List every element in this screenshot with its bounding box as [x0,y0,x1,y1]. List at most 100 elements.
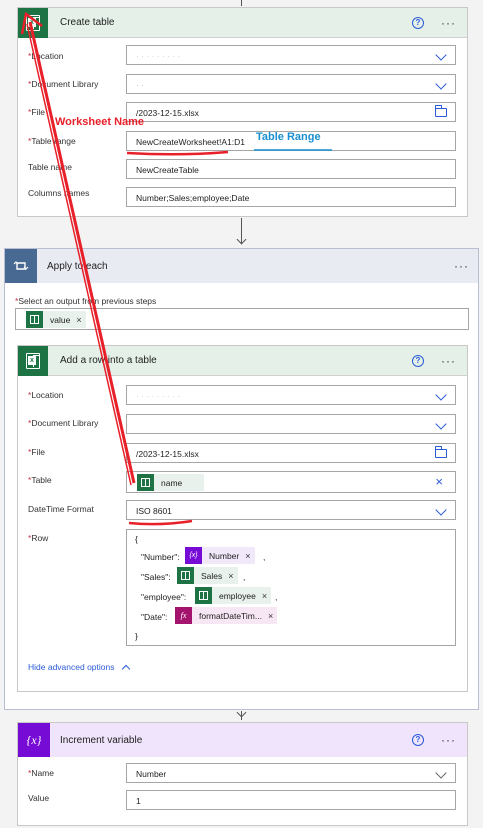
close-icon[interactable]: × [228,571,233,581]
folder-icon[interactable] [435,105,447,117]
row-comma: , [243,572,246,582]
increment-variable-title: Increment variable [60,734,143,746]
row-comma: , [263,552,266,562]
chevron-up-icon [121,664,131,674]
row-employee-key: "employee": [141,592,187,602]
help-icon[interactable]: ? [412,734,424,746]
datetime-format-dropdown[interactable]: ISO 8601 [126,500,456,520]
create-table-title: Create table [60,17,115,28]
number-token[interactable]: {x} Number × [185,547,255,564]
close-icon[interactable]: × [268,611,273,621]
document-library-dropdown[interactable] [126,414,456,434]
apply-to-each-header[interactable]: Apply to each ··· [5,249,478,283]
chevron-down-icon [435,418,447,430]
excel-icon [137,474,154,491]
help-icon[interactable]: ? [412,355,424,367]
name-dropdown[interactable]: Number [126,763,456,783]
more-icon[interactable]: ··· [441,734,456,746]
name-label: *Name [28,768,54,778]
close-icon[interactable]: × [262,591,267,601]
file-field[interactable]: /2023-12-15.xlsx [126,102,456,122]
file-label: *File [28,447,46,457]
name-token[interactable]: name [137,474,204,491]
apply-to-each-card: Apply to each ··· *Select an output from… [4,248,479,710]
name-value: Number [136,769,167,779]
excel-icon: x [18,7,48,38]
location-label: *Location [28,390,64,400]
close-icon[interactable]: × [245,551,250,561]
add-row-header[interactable]: x Add a row into a table ? ··· [18,345,467,376]
more-icon[interactable]: ··· [441,17,456,29]
excel-icon: x [18,345,48,376]
document-library-label: *Document Library [28,79,99,89]
datetime-format-value: ISO 8601 [136,506,172,516]
more-icon[interactable]: ··· [454,260,469,272]
row-number-key: "Number": [141,552,180,562]
excel-icon [195,587,212,604]
row-sales-key: "Sales": [141,572,171,582]
columns-names-value: Number;Sales;employee;Date [136,193,250,203]
help-icon[interactable]: ? [412,17,424,29]
create-table-card: x Create table ? ··· *Location · · · · ·… [17,7,468,217]
table-range-value: NewCreateWorksheet!A1:D1 [136,137,245,147]
excel-icon [177,567,194,584]
table-name-field[interactable]: NewCreateTable [126,159,456,179]
value-field[interactable]: 1 [126,790,456,810]
file-value: /2023-12-15.xlsx [136,108,199,118]
row-label: *Row [28,533,49,543]
row-comma: , [275,592,278,602]
row-date-key: "Date": [141,612,168,622]
row-close-brace: } [135,631,138,641]
chevron-down-icon [435,49,447,61]
excel-icon [26,311,43,328]
chevron-down-icon [435,504,447,516]
location-dropdown[interactable]: · · · · · · · · · [126,45,456,65]
close-icon[interactable]: × [435,474,443,489]
file-value: /2023-12-15.xlsx [136,449,199,459]
location-dropdown[interactable]: · · · · · · · · · [126,385,456,405]
table-name-value: NewCreateTable [136,165,199,175]
columns-names-field[interactable]: Number;Sales;employee;Date [126,187,456,207]
value-label: Value [28,793,50,803]
loop-icon [5,249,37,283]
worksheet-name-annotation: Worksheet Name [55,116,145,128]
value-token[interactable]: value × [26,311,86,328]
arrow-down-icon [236,234,247,245]
table-label: *Table [28,475,52,485]
date-token[interactable]: fx formatDateTim... × [175,607,278,624]
chevron-down-icon [435,767,447,779]
apply-to-each-title: Apply to each [47,260,108,272]
close-icon[interactable]: × [76,315,81,325]
chevron-down-icon [435,389,447,401]
more-icon[interactable]: ··· [441,355,456,367]
function-icon: fx [175,607,192,624]
document-library-dropdown[interactable]: · · [126,74,456,94]
location-label: *Location [28,51,64,61]
select-output-field[interactable]: value × [15,308,469,330]
hide-advanced-link[interactable]: Hide advanced options [28,662,131,674]
document-library-label: *Document Library [28,418,99,428]
datetime-format-label: DateTime Format [28,504,94,514]
top-connector [241,0,242,6]
table-range-annotation: Table Range [256,131,321,143]
table-name-label: Table name [28,162,72,172]
file-label: *File [28,107,46,117]
folder-icon[interactable] [435,446,447,458]
create-table-header[interactable]: x Create table ? ··· [18,7,467,38]
sales-token[interactable]: Sales × [177,567,238,584]
value-value: 1 [136,796,141,806]
variable-icon: {x} [18,723,50,757]
table-field[interactable]: name × [126,471,456,493]
row-editor[interactable]: { "Number": {x} Number × , "Sales": Sale… [126,529,456,646]
increment-variable-card: {x} Increment variable ? ··· *Name Numbe… [17,722,468,826]
chevron-down-icon [435,78,447,90]
add-row-card: x Add a row into a table ? ··· *Location… [17,345,468,692]
table-range-label: *Table range [28,136,76,146]
variable-icon: {x} [185,547,202,564]
add-row-title: Add a row into a table [60,355,157,366]
select-output-label: *Select an output from previous steps [15,296,157,306]
columns-names-label: Columns names [28,188,90,198]
employee-token[interactable]: employee × [195,587,272,604]
increment-variable-header[interactable]: {x} Increment variable ? ··· [18,723,467,757]
file-field[interactable]: /2023-12-15.xlsx [126,443,456,463]
